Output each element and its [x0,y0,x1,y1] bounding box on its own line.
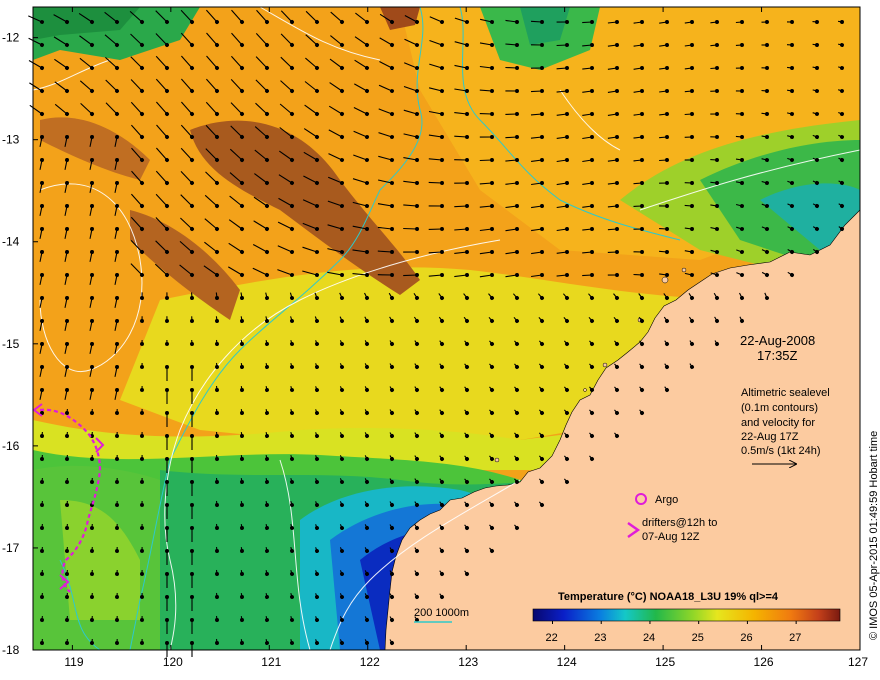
lat-tick-label: -15 [2,337,20,351]
velocity-arrow [710,66,719,70]
velocity-arrow [735,20,744,24]
velocity-arrow [240,386,244,392]
argo-label: Argo [655,494,678,506]
sealevel-line-4: 22-Aug 17Z [741,431,799,443]
velocity-arrow [556,43,569,47]
speed-scale-label: 0.5m/s (1kt 24h) [741,445,820,457]
velocity-arrow [215,477,219,484]
velocity-arrow [505,135,519,139]
sealevel-line-1: Altimetric sealevel [741,387,830,399]
velocity-arrow [633,273,644,277]
lat-tick-label: -12 [2,31,20,45]
drifters-line-2: 07-Aug 12Z [642,531,700,543]
velocity-arrow [428,181,444,185]
lon-tick-label: 121 [261,655,281,669]
lat-tick-label: -16 [2,439,20,453]
velocity-arrow [530,89,544,93]
sealevel-line-3: and velocity for [741,417,815,429]
velocity-arrow [240,570,244,576]
colorbar-tick-label: 23 [594,632,606,644]
velocity-arrow [812,43,819,47]
lon-tick-label: 122 [360,655,380,669]
velocity-arrow [505,66,519,70]
velocity-arrow [403,227,419,231]
velocity-arrow [710,43,719,47]
velocity-arrow [240,432,244,438]
velocity-arrow [761,112,769,116]
velocity-arrow [215,500,219,507]
velocity-arrow [215,454,219,461]
velocity-arrow [215,546,219,553]
velocity-arrow [240,547,244,553]
lat-tick-label: -17 [2,541,20,555]
lon-tick-label: 127 [848,655,868,669]
velocity-arrow [530,20,544,24]
colorbar-tick-label: 27 [789,632,801,644]
date-label: 22-Aug-2008 [740,333,815,348]
colorbar-tick-label: 25 [692,632,704,644]
lat-tick-label: -18 [2,643,20,657]
velocity-arrow [240,478,244,484]
velocity-arrow [659,135,669,139]
velocity-arrow [215,316,219,323]
velocity-arrow [838,20,844,24]
velocity-arrow [659,158,669,162]
velocity-arrow [403,273,419,277]
velocity-arrow [479,158,494,162]
bathy-legend-label: 200 1000m [414,607,469,619]
velocity-arrow [240,639,244,645]
velocity-arrow [215,592,219,599]
colorbar-tick-label: 26 [740,632,752,644]
velocity-arrow [215,431,219,438]
velocity-arrow [761,89,769,93]
lat-tick-label: -13 [2,133,20,147]
velocity-arrow [607,227,619,231]
drifters-line-1: drifters@12h to [642,517,717,529]
velocity-arrow [215,385,219,392]
velocity-arrow [215,638,219,645]
velocity-arrow [735,135,744,139]
velocity-arrow [684,204,694,208]
velocity-arrow [215,615,219,622]
velocity-arrow [215,523,219,530]
colorbar-tick-label: 22 [545,632,557,644]
velocity-arrow [787,66,794,70]
velocity-arrow [240,363,244,369]
sealevel-line-2: (0.1m contours) [741,402,818,414]
time-label: 17:35Z [757,348,798,363]
lon-tick-label: 123 [458,655,478,669]
velocity-arrow [240,593,244,599]
sst-map: -12 -13 -14 -15 -16 -17 -18 119 120 121 122 123 124… [2,6,880,669]
velocity-arrow [684,89,694,93]
velocity-arrow [684,112,694,116]
velocity-arrow [240,340,244,346]
velocity-arrow [633,181,644,185]
lon-tick-label: 124 [557,655,577,669]
velocity-arrow [215,362,219,369]
velocity-arrow [240,455,244,461]
velocity-arrow [659,250,669,254]
colorbar-title: Temperature (°C) NOAA18_L3U 19% ql>=4 [558,591,779,603]
lat-tick-label: -14 [2,235,20,249]
velocity-arrow [710,181,719,185]
velocity-arrow [454,204,469,208]
lon-tick-label: 120 [163,655,183,669]
velocity-arrow [215,339,219,346]
credit-text: © IMOS 05-Apr-2015 01:49:59 Hobart time [868,431,880,640]
colorbar [532,608,841,622]
velocity-arrow [582,20,594,24]
velocity-arrow [240,616,244,622]
colorbar-tick-label: 24 [643,632,655,644]
velocity-arrow [240,524,244,530]
lon-tick-label: 125 [655,655,675,669]
velocity-arrow [240,409,244,415]
lon-tick-label: 119 [64,655,83,669]
velocity-arrow [215,569,219,576]
lon-tick-label: 126 [754,655,774,669]
velocity-arrow [582,273,594,277]
velocity-arrow [215,408,219,415]
velocity-arrow [240,501,244,507]
velocity-arrow [215,292,219,300]
